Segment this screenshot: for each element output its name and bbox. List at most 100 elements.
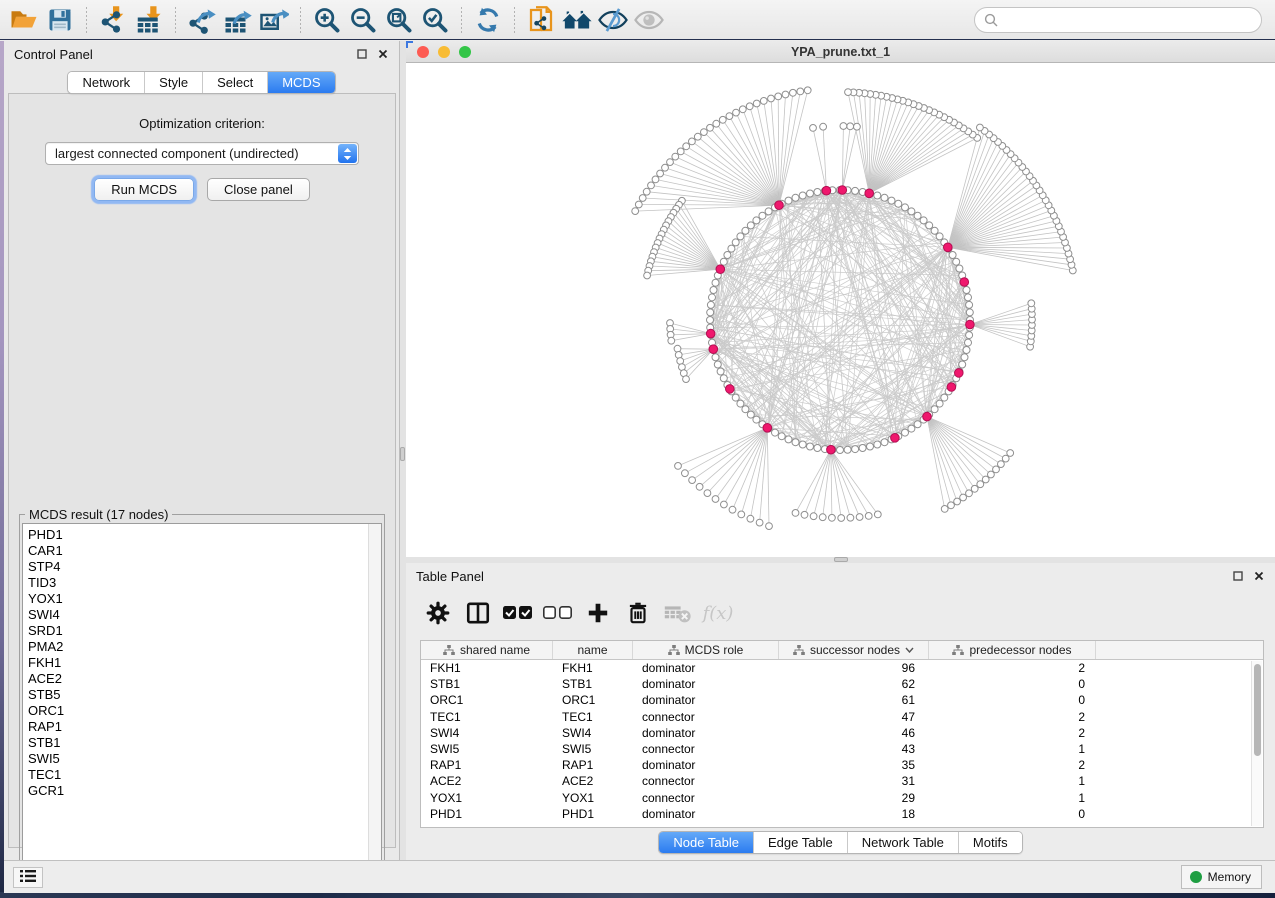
settings-gear-icon[interactable] xyxy=(420,596,456,630)
table-tab-motifs[interactable]: Motifs xyxy=(958,832,1022,853)
cell-name: PHD1 xyxy=(553,807,633,821)
mcds-list-scrollbar[interactable] xyxy=(368,524,381,873)
add-column-icon[interactable] xyxy=(580,596,616,630)
table-row-FKH1[interactable]: FKH1FKH1dominator962 xyxy=(421,660,1263,676)
cell-name: ACE2 xyxy=(553,774,633,788)
mcds-result-item[interactable]: PHD1 xyxy=(28,527,381,543)
tab-style[interactable]: Style xyxy=(144,72,202,93)
mcds-result-item[interactable]: YOX1 xyxy=(28,591,381,607)
delete-column-icon[interactable] xyxy=(620,596,656,630)
tab-network[interactable]: Network xyxy=(68,72,144,93)
import-network-icon[interactable] xyxy=(96,3,130,37)
import-table-icon[interactable] xyxy=(132,3,166,37)
mcds-result-item[interactable]: FKH1 xyxy=(28,655,381,671)
toolbar-separator xyxy=(461,7,462,33)
select-all-checkboxes-icon[interactable] xyxy=(500,596,536,630)
cell-role: dominator xyxy=(633,807,779,821)
table-scrollbar-thumb[interactable] xyxy=(1254,664,1261,756)
mcds-result-item[interactable]: SRD1 xyxy=(28,623,381,639)
search-icon xyxy=(984,13,998,27)
export-network-icon[interactable] xyxy=(185,3,219,37)
table-row-SWI5[interactable]: SWI5SWI5connector431 xyxy=(421,741,1263,757)
search-box xyxy=(974,7,1262,33)
mcds-result-item[interactable]: STB1 xyxy=(28,735,381,751)
toolbar-separator xyxy=(175,7,176,33)
close-panel-button[interactable]: Close panel xyxy=(207,178,310,201)
memory-button[interactable]: Memory xyxy=(1181,865,1262,889)
mcds-result-item[interactable]: TEC1 xyxy=(28,767,381,783)
close-table-panel-icon[interactable] xyxy=(1253,570,1265,582)
clear-selection-checkboxes-icon[interactable] xyxy=(540,596,576,630)
cell-shared_name: PHD1 xyxy=(421,807,553,821)
table-row-TEC1[interactable]: TEC1TEC1connector472 xyxy=(421,709,1263,725)
main-toolbar-icons xyxy=(6,3,667,37)
cell-role: dominator xyxy=(633,661,779,675)
column-header-name[interactable]: name xyxy=(553,641,633,659)
network-window-titlebar[interactable]: YPA_prune.txt_1 xyxy=(406,41,1275,63)
table-row-ACE2[interactable]: ACE2ACE2connector311 xyxy=(421,773,1263,789)
table-row-RAP1[interactable]: RAP1RAP1dominator352 xyxy=(421,757,1263,773)
mcds-result-item[interactable]: STB5 xyxy=(28,687,381,703)
mcds-result-item[interactable]: STP4 xyxy=(28,559,381,575)
table-row-YOX1[interactable]: YOX1YOX1connector291 xyxy=(421,790,1263,806)
optimization-criterion-select[interactable]: largest connected component (undirected) xyxy=(45,142,359,165)
mcds-result-item[interactable]: CAR1 xyxy=(28,543,381,559)
vertical-splitter-grip[interactable] xyxy=(400,447,405,461)
open-folder-icon[interactable] xyxy=(7,3,41,37)
mcds-result-item[interactable]: GCR1 xyxy=(28,783,381,799)
mcds-result-item[interactable]: TID3 xyxy=(28,575,381,591)
function-builder-icon: f(x) xyxy=(700,596,736,630)
run-mcds-button[interactable]: Run MCDS xyxy=(94,178,194,201)
column-header-predecessors[interactable]: predecessor nodes xyxy=(929,641,1096,659)
minimize-window-icon[interactable] xyxy=(438,46,450,58)
network-document-icon[interactable] xyxy=(524,3,558,37)
save-session-icon[interactable] xyxy=(43,3,77,37)
mcds-result-item[interactable]: SWI4 xyxy=(28,607,381,623)
table-tab-edge-table[interactable]: Edge Table xyxy=(753,832,847,853)
split-view-icon[interactable] xyxy=(460,596,496,630)
status-menu-button[interactable] xyxy=(13,867,43,888)
table-row-PHD1[interactable]: PHD1PHD1dominator180 xyxy=(421,806,1263,822)
column-header-role[interactable]: MCDS role xyxy=(633,641,779,659)
mcds-result-item[interactable]: ORC1 xyxy=(28,703,381,719)
mcds-result-item[interactable]: SWI5 xyxy=(28,751,381,767)
zoom-out-icon[interactable] xyxy=(346,3,380,37)
shared-column-icon xyxy=(952,645,964,656)
table-tab-node-table[interactable]: Node Table xyxy=(659,832,753,853)
eye-slash-icon[interactable] xyxy=(596,3,630,37)
zoom-fit-icon[interactable] xyxy=(382,3,416,37)
column-header-successors[interactable]: successor nodes xyxy=(779,641,929,659)
search-input[interactable] xyxy=(1003,13,1252,28)
network-canvas[interactable] xyxy=(406,63,1275,557)
homes-icon[interactable] xyxy=(560,3,594,37)
mcds-result-item[interactable]: ACE2 xyxy=(28,671,381,687)
float-panel-icon[interactable] xyxy=(356,48,368,60)
mcds-result-title: MCDS result (17 nodes) xyxy=(25,507,172,522)
table-row-STB1[interactable]: STB1STB1dominator620 xyxy=(421,676,1263,692)
refresh-layout-icon[interactable] xyxy=(471,3,505,37)
export-table-icon[interactable] xyxy=(221,3,255,37)
focus-corner-marker xyxy=(406,41,413,48)
close-window-icon[interactable] xyxy=(417,46,429,58)
tab-mcds[interactable]: MCDS xyxy=(267,72,334,93)
cell-name: STB1 xyxy=(553,677,633,691)
maximize-window-icon[interactable] xyxy=(459,46,471,58)
mcds-result-item[interactable]: PMA2 xyxy=(28,639,381,655)
horizontal-splitter-grip[interactable] xyxy=(834,557,848,562)
zoom-in-icon[interactable] xyxy=(310,3,344,37)
export-image-icon[interactable] xyxy=(257,3,291,37)
cell-predecessors: 1 xyxy=(929,742,1096,756)
zoom-selected-icon[interactable] xyxy=(418,3,452,37)
cell-predecessors: 2 xyxy=(929,661,1096,675)
table-row-SWI4[interactable]: SWI4SWI4dominator462 xyxy=(421,725,1263,741)
graph-ring-nodes[interactable] xyxy=(632,87,1076,530)
mcds-result-list[interactable]: PHD1CAR1STP4TID3YOX1SWI4SRD1PMA2FKH1ACE2… xyxy=(22,523,382,874)
table-row-ORC1[interactable]: ORC1ORC1dominator610 xyxy=(421,692,1263,708)
column-header-shared_name[interactable]: shared name xyxy=(421,641,553,659)
close-panel-icon[interactable] xyxy=(377,48,389,60)
tab-select[interactable]: Select xyxy=(202,72,267,93)
table-tab-network-table[interactable]: Network Table xyxy=(847,832,958,853)
float-table-panel-icon[interactable] xyxy=(1232,570,1244,582)
table-scrollbar[interactable] xyxy=(1251,661,1262,826)
mcds-result-item[interactable]: RAP1 xyxy=(28,719,381,735)
